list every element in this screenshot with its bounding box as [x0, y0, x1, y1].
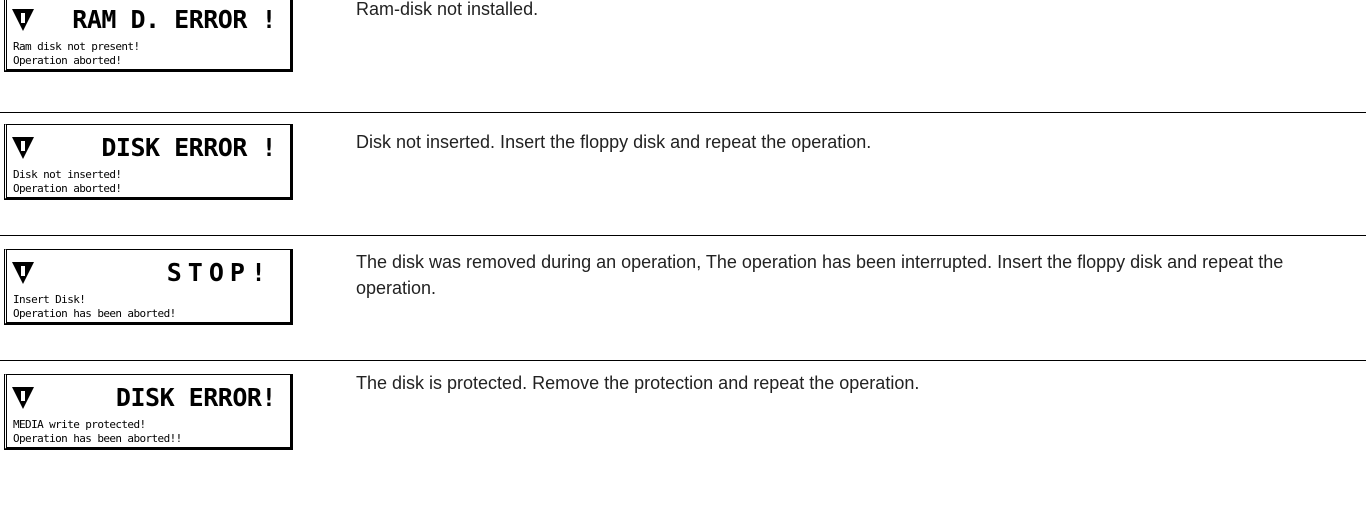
lcd-title-text: DISK ERROR !: [101, 133, 276, 162]
lcd-message-line-2: Operation has been aborted!!: [13, 432, 182, 445]
lcd-message-line-2: Operation aborted!: [13, 54, 122, 67]
error-description: The disk is protected. Remove the protec…: [356, 373, 920, 393]
error-description: Ram-disk not installed.: [356, 0, 539, 19]
divider: [0, 112, 1366, 113]
lcd-title-text: RAM D. ERROR !: [72, 5, 276, 34]
lcd-title-text: DISK ERROR!: [115, 383, 277, 412]
lcd-display: DISK ERROR ! Disk not inserted! Operatio…: [4, 124, 293, 200]
error-description: The disk was removed during an operation…: [356, 252, 1284, 298]
lcd-title: STOP!: [12, 256, 286, 290]
lcd-message-line-2: Operation aborted!: [13, 182, 122, 195]
lcd-title: DISK ERROR !: [12, 131, 286, 165]
error-description: Disk not inserted. Insert the floppy dis…: [356, 132, 872, 152]
warning-triangle-icon: [12, 9, 34, 31]
divider: [0, 360, 1366, 361]
lcd-title-text: STOP!: [166, 258, 272, 287]
divider: [0, 235, 1366, 236]
lcd-message-line-1: MEDIA write protected!: [13, 418, 146, 431]
lcd-message-line-1: Disk not inserted!: [13, 168, 122, 181]
lcd-title: DISK ERROR!: [12, 381, 286, 415]
lcd-display: DISK ERROR! MEDIA write protected! Opera…: [4, 374, 293, 450]
lcd-title: RAM D. ERROR !: [12, 3, 286, 37]
lcd-message-line-1: Insert Disk!: [13, 293, 86, 306]
lcd-display: RAM D. ERROR ! Ram disk not present! Ope…: [4, 0, 293, 72]
warning-triangle-icon: [12, 387, 34, 409]
warning-triangle-icon: [12, 137, 34, 159]
warning-triangle-icon: [12, 262, 34, 284]
lcd-message-line-2: Operation has been aborted!: [13, 307, 176, 320]
lcd-message-line-1: Ram disk not present!: [13, 40, 140, 53]
lcd-display: STOP! Insert Disk! Operation has been ab…: [4, 249, 293, 325]
